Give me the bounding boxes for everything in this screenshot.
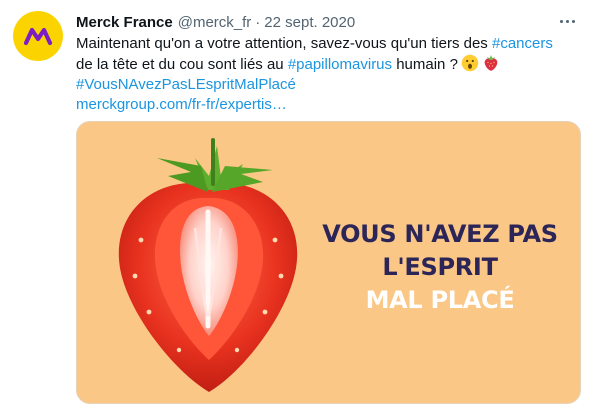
tweet-text-segment: de la tête et du cou sont liés au (76, 56, 288, 73)
more-options-icon[interactable] (555, 10, 579, 32)
merck-logo-icon (23, 27, 53, 46)
headline-line-1: VOUS N'AVEZ PAS (322, 220, 558, 248)
separator: · (255, 13, 261, 31)
tweet-card[interactable]: Merck France @merck_fr · 22 sept. 2020 M… (0, 0, 593, 413)
tweet-media-image[interactable]: VOUS N'AVEZ PAS L'ESPRIT MAL PLACÉ (76, 121, 581, 404)
tweet-text-line-4: merckgroup.com/fr-fr/expertis… (76, 95, 581, 115)
tweet-text-line-2: de la tête et du cou sont liés au #papil… (76, 54, 581, 75)
headline-line-3: MAL PLACÉ (365, 286, 515, 314)
tweet-text-line-1: Maintenant qu'on a votre attention, save… (76, 34, 581, 54)
tweet-text-segment: humain ? (392, 56, 458, 73)
author-name[interactable]: Merck France (76, 14, 173, 31)
media-headline: VOUS N'AVEZ PAS L'ESPRIT MAL PLACÉ (295, 218, 580, 317)
author-handle[interactable]: @merck_fr (178, 14, 252, 31)
hashtag-campaign[interactable]: #VousNAvezPasLEspritMalPlacé (76, 76, 296, 93)
strawberry-icon (484, 55, 498, 71)
tweet-text-line-3: #VousNAvezPasLEspritMalPlacé (76, 75, 581, 95)
hashtag-cancers[interactable]: #cancers (492, 35, 553, 52)
strawberry-illustration (118, 138, 298, 392)
tweet-text: Maintenant qu'on a votre attention, save… (76, 34, 581, 115)
external-link[interactable]: merckgroup.com/fr-fr/expertis… (76, 96, 287, 113)
headline-line-2: L'ESPRIT (382, 253, 498, 281)
avatar[interactable] (13, 11, 63, 61)
tweet-date[interactable]: 22 sept. 2020 (264, 14, 355, 31)
face-with-open-mouth-icon (461, 54, 479, 72)
tweet-header: Merck France @merck_fr · 22 sept. 2020 (76, 12, 579, 32)
tweet-text-segment: Maintenant qu'on a votre attention, save… (76, 35, 492, 52)
hashtag-papillomavirus[interactable]: #papillomavirus (288, 56, 392, 73)
